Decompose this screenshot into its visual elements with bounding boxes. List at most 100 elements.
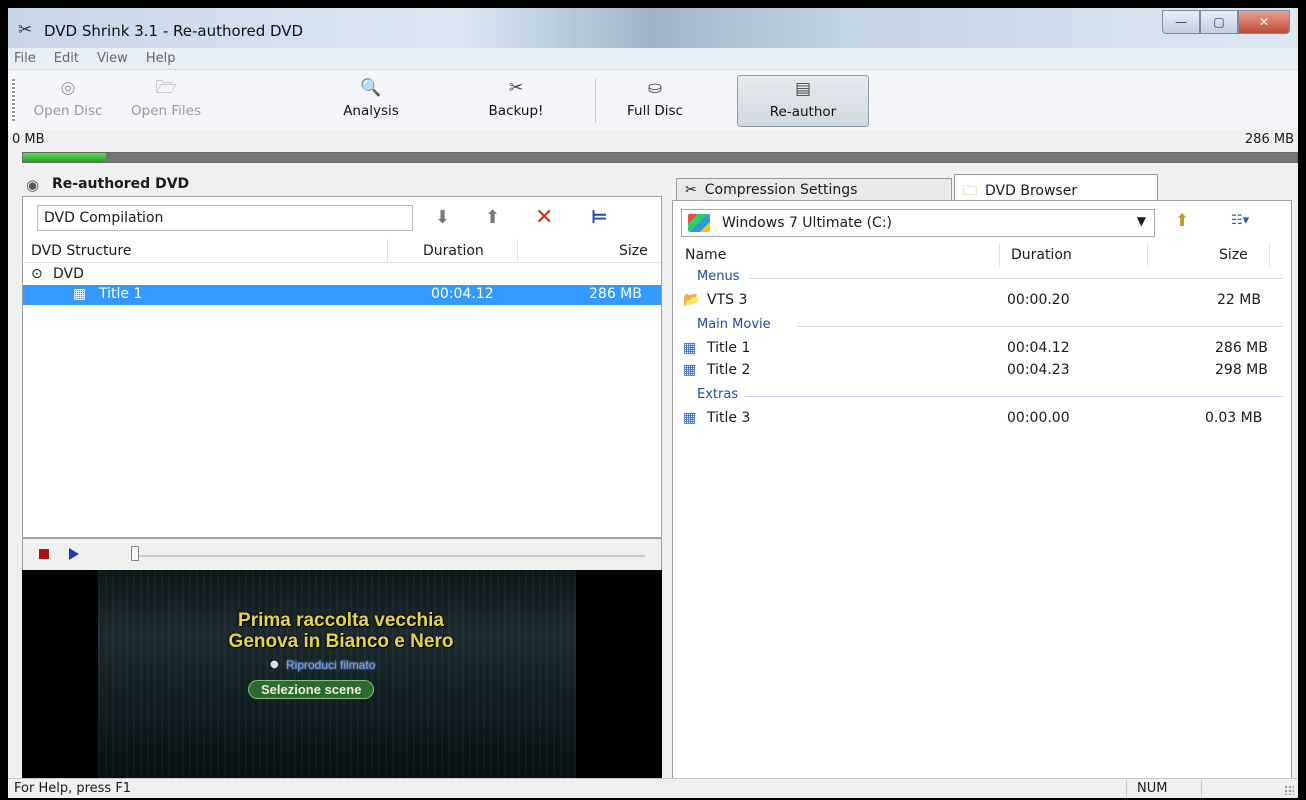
stop-icon[interactable]: [39, 549, 49, 559]
preview-frame: Prima raccolta vecchia Genova in Bianco …: [98, 570, 576, 780]
column-duration[interactable]: Duration: [423, 243, 484, 259]
column-size[interactable]: Size: [1219, 247, 1248, 263]
compression-icon: ✂: [685, 182, 697, 198]
menu-bar: File Edit View Help: [8, 48, 1298, 70]
video-preview: Prima raccolta vecchia Genova in Bianco …: [22, 570, 662, 780]
re-author-icon: ▤: [794, 79, 812, 99]
close-button[interactable]: ✕: [1238, 10, 1290, 34]
browser-row-vts-3[interactable]: 📂 VTS 3 00:00.20 22 MB: [683, 291, 1283, 311]
dvd-disc-icon: ◉: [26, 176, 40, 194]
minimize-button[interactable]: —: [1162, 10, 1200, 34]
column-duration[interactable]: Duration: [1011, 247, 1072, 263]
re-author-button[interactable]: ▤ Re-author: [737, 75, 869, 127]
structure-column-headers: DVD Structure Duration Size: [23, 239, 661, 263]
size-max-label: 286 MB: [1244, 132, 1294, 147]
move-up-icon[interactable]: ⬆: [485, 207, 500, 229]
open-folder-icon: 🗁: [155, 78, 177, 98]
delete-icon[interactable]: ✕: [535, 207, 553, 229]
browser-row-title-1[interactable]: ▦ Title 1 00:04.12 286 MB: [683, 339, 1283, 359]
row-size: 298 MB: [1215, 362, 1268, 378]
tree-item-label: Title 1: [99, 286, 143, 302]
title-bar: ✂ DVD Shrink 3.1 - Re-authored DVD — ▢ ✕: [8, 8, 1298, 48]
preview-scene-selection-button: Selezione scene: [248, 680, 375, 699]
up-folder-icon[interactable]: ⬆: [1175, 211, 1189, 231]
disc-icon: ◎: [60, 78, 76, 98]
size-min-label: 0 MB: [12, 132, 45, 147]
status-bar: For Help, press F1 NUM: [8, 778, 1298, 798]
seek-track[interactable]: [135, 555, 645, 557]
tree-item-dvd[interactable]: ⊙ DVD: [23, 265, 661, 285]
size-progress-bar: [22, 152, 1298, 163]
full-disc-button[interactable]: ⛀ Full Disc: [612, 75, 698, 127]
drive-select[interactable]: Windows 7 Ultimate (C:) ▼: [681, 209, 1155, 237]
dvd-shrink-app-icon: ✂: [18, 20, 33, 40]
fit-to-disc-icon[interactable]: ⊨: [591, 207, 607, 229]
compilation-name-input[interactable]: DVD Compilation: [37, 205, 413, 231]
view-options-icon[interactable]: ☷▾: [1231, 213, 1249, 228]
column-dvd-structure[interactable]: DVD Structure: [31, 243, 131, 259]
tab-compression-settings[interactable]: ✂ Compression Settings: [676, 178, 952, 202]
toolbar-grip[interactable]: [12, 79, 15, 121]
disc-stack-icon: ⛀: [647, 78, 663, 98]
drive-select-value: Windows 7 Ultimate (C:): [722, 215, 893, 231]
left-panel-title: Re-authored DVD: [52, 176, 190, 192]
backup-button[interactable]: ✂ Backup!: [470, 75, 562, 127]
group-main-movie: Main Movie: [697, 317, 1283, 332]
open-disc-button[interactable]: ◎ Open Disc: [22, 75, 114, 127]
dvd-root-icon: ⊙: [31, 266, 43, 282]
row-duration: 00:04.23: [1007, 362, 1070, 378]
window-title: DVD Shrink 3.1 - Re-authored DVD: [44, 22, 304, 40]
analysis-button[interactable]: 🔍 Analysis: [328, 75, 414, 127]
dropdown-arrow-icon: ▼: [1136, 214, 1146, 228]
title-icon: ▦: [683, 340, 697, 356]
row-name: Title 3: [707, 410, 751, 426]
row-duration: 00:04.12: [1007, 340, 1070, 356]
windows-drive-icon: [688, 214, 710, 232]
menu-edit[interactable]: Edit: [52, 51, 79, 66]
row-duration: 00:00.20: [1007, 292, 1070, 308]
resize-grip[interactable]: [1284, 785, 1294, 795]
menu-help[interactable]: Help: [144, 51, 176, 66]
tree-item-duration: 00:04.12: [431, 286, 494, 302]
folder-icon: 🗀: [963, 183, 977, 199]
browser-row-title-2[interactable]: ▦ Title 2 00:04.23 298 MB: [683, 361, 1283, 381]
maximize-button[interactable]: ▢: [1200, 10, 1238, 34]
toolbar: ◎ Open Disc 🗁 Open Files 🔍 Analysis ✂ Ba…: [8, 71, 1298, 131]
size-bar: 0 MB 286 MB: [8, 130, 1298, 170]
tab-dvd-browser[interactable]: 🗀 DVD Browser: [954, 174, 1158, 202]
play-icon[interactable]: [69, 548, 79, 560]
move-down-icon[interactable]: ⬇: [435, 207, 450, 229]
backup-shrink-icon: ✂: [508, 78, 524, 98]
dvd-browser-panel: Windows 7 Ultimate (C:) ▼ ⬆ ☷▾ Name Dura…: [672, 200, 1292, 780]
title-icon: ▦: [73, 286, 87, 302]
toolbar-separator: [595, 79, 596, 123]
vts-folder-icon: 📂: [683, 292, 701, 308]
title-icon: ▦: [683, 410, 697, 426]
open-files-button[interactable]: 🗁 Open Files: [118, 75, 214, 127]
analysis-magnifier-icon: 🔍: [360, 78, 382, 98]
size-progress-fill: [23, 153, 106, 162]
tree-item-title-1[interactable]: ▦ Title 1 00:04.12 286 MB: [23, 285, 661, 305]
preview-bullet-icon: ●: [270, 659, 279, 670]
dvd-structure-panel: DVD Compilation ⬇ ⬆ ✕ ⊨ DVD Structure Du…: [22, 196, 662, 538]
num-lock-indicator: NUM: [1126, 780, 1202, 798]
preview-menu-title: Prima raccolta vecchia Genova in Bianco …: [228, 610, 454, 652]
seek-slider-thumb[interactable]: [131, 546, 139, 561]
group-menus: Menus: [697, 269, 1283, 284]
status-help-text: For Help, press F1: [14, 781, 132, 796]
column-name[interactable]: Name: [685, 247, 726, 263]
group-extras: Extras: [697, 387, 1283, 402]
row-duration: 00:00.00: [1007, 410, 1070, 426]
row-size: 22 MB: [1217, 292, 1261, 308]
menu-view[interactable]: View: [95, 51, 128, 66]
column-size[interactable]: Size: [619, 243, 648, 259]
row-size: 286 MB: [1215, 340, 1268, 356]
preview-play-movie-text: Riproduci filmato: [286, 658, 376, 672]
row-size: 0.03 MB: [1205, 410, 1263, 426]
row-name: VTS 3: [707, 292, 748, 308]
browser-row-title-3[interactable]: ▦ Title 3 00:00.00 0.03 MB: [683, 409, 1283, 429]
tree-item-size: 286 MB: [589, 286, 642, 302]
menu-file[interactable]: File: [12, 51, 36, 66]
player-controls: [22, 538, 662, 570]
tree-item-label: DVD: [53, 266, 84, 282]
